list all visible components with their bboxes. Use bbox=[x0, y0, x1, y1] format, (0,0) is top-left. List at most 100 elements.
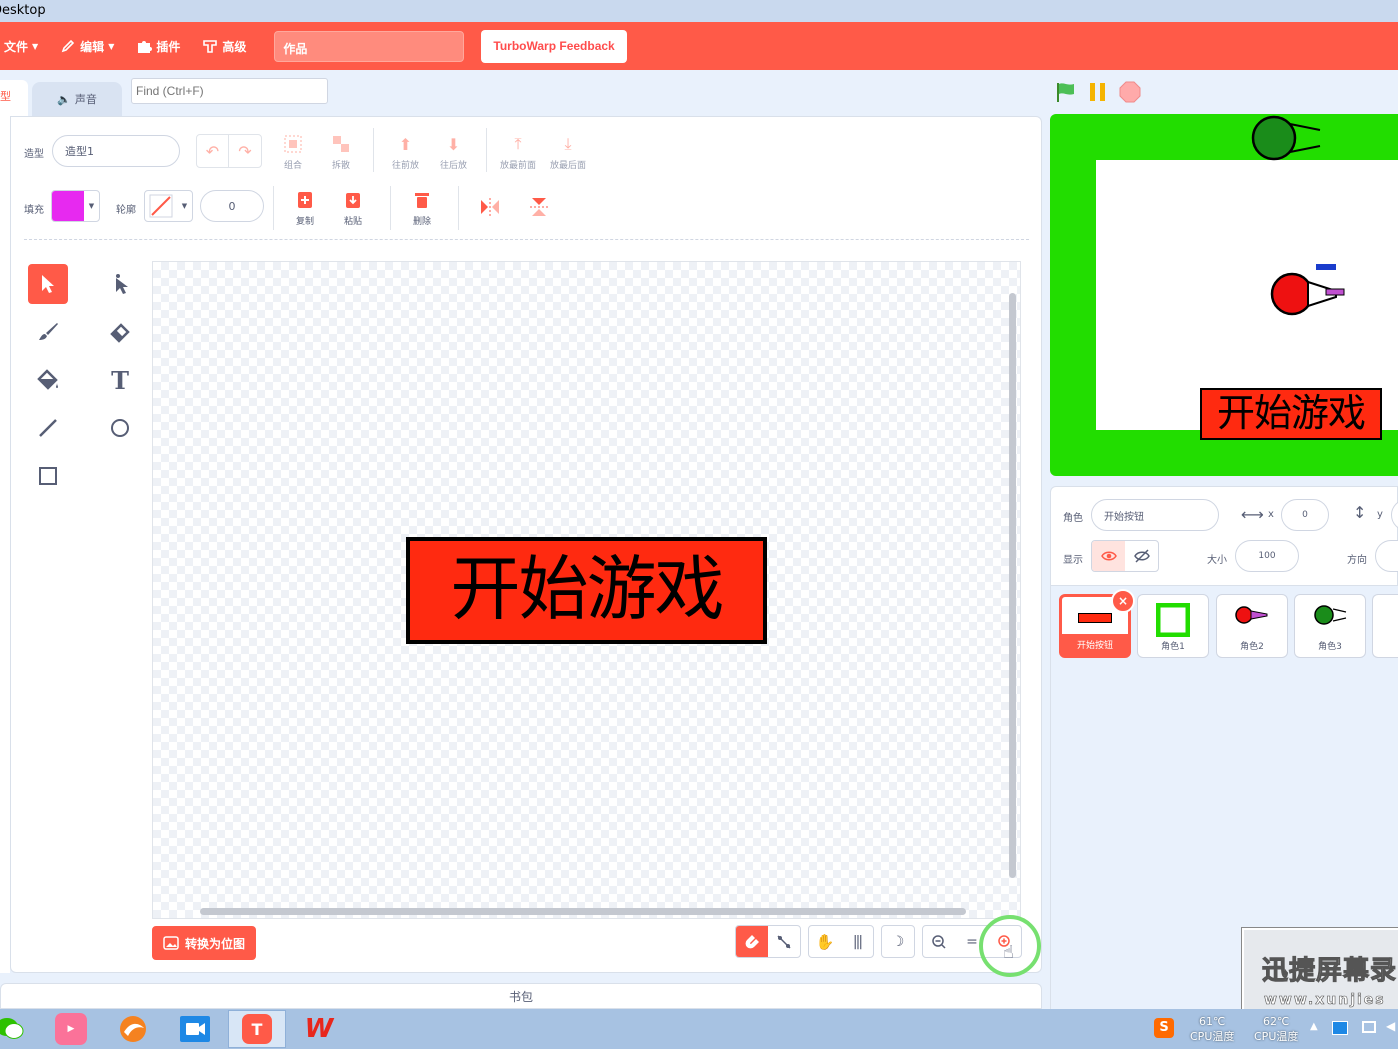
hide-button[interactable] bbox=[1125, 541, 1158, 571]
direction-input[interactable] bbox=[1375, 540, 1398, 572]
undo-redo-group: ↶ ↷ bbox=[196, 134, 262, 168]
convert-label: 转换为位图 bbox=[184, 936, 245, 951]
circle-tool[interactable] bbox=[100, 408, 140, 448]
theme-group: ☽ bbox=[881, 925, 915, 958]
undo-button[interactable]: ↶ bbox=[197, 135, 230, 167]
taskbar-recorder[interactable] bbox=[166, 1010, 224, 1048]
sprite-card-name: 角色1 bbox=[1161, 642, 1185, 652]
x-value: 0 bbox=[1302, 510, 1308, 520]
speaker-tray-icon[interactable]: ◀ bbox=[1386, 1019, 1395, 1033]
costume-start-button-shape[interactable]: 开始游戏 bbox=[406, 537, 767, 644]
delete-sprite-button[interactable]: × bbox=[1111, 589, 1135, 613]
size-input[interactable]: 100 bbox=[1235, 540, 1299, 572]
menu-advanced[interactable]: 高级 bbox=[202, 38, 246, 55]
project-title-input[interactable]: 作品 bbox=[274, 30, 465, 62]
forward-button[interactable]: ⬆ 往前放 bbox=[392, 133, 419, 172]
feedback-button[interactable]: TurboWarp Feedback bbox=[481, 29, 627, 63]
menu-addons-label: 插件 bbox=[156, 39, 181, 54]
sogou-tray-icon[interactable]: S bbox=[1154, 1018, 1174, 1038]
taskbar-wechat[interactable] bbox=[0, 1010, 34, 1048]
brush-icon bbox=[39, 323, 58, 340]
pause-icon[interactable] bbox=[1087, 81, 1109, 103]
flip-horizontal-button[interactable] bbox=[478, 196, 502, 218]
front-button[interactable]: ⤒ 放最前面 bbox=[500, 133, 536, 171]
text-tool[interactable]: T bbox=[100, 360, 140, 400]
toolbar-separator bbox=[24, 239, 1029, 240]
sprite-card-2[interactable]: 角色2 bbox=[1216, 594, 1288, 658]
group-button[interactable]: 组合 bbox=[282, 133, 304, 171]
hand-pointer-cursor-icon: ☝ bbox=[1003, 942, 1014, 963]
cpu-temp-2-value: 62℃ bbox=[1263, 1015, 1290, 1028]
sprite-name-input[interactable]: 开始按钮 bbox=[1091, 499, 1219, 531]
find-input[interactable] bbox=[131, 78, 328, 104]
taskbar-turbowarp[interactable]: T bbox=[228, 1010, 286, 1048]
menu-advanced-label: 高级 bbox=[222, 39, 247, 54]
delete-button[interactable]: 删除 bbox=[411, 189, 433, 227]
magnet-button[interactable] bbox=[736, 926, 768, 957]
direction-label: 方向 bbox=[1347, 555, 1367, 566]
chevron-down-icon: ▼ bbox=[108, 41, 115, 51]
outline-color-picker[interactable]: ▼ bbox=[144, 190, 193, 222]
stage-start-button[interactable]: 开始游戏 bbox=[1200, 388, 1382, 440]
zoom-out-button[interactable] bbox=[923, 926, 956, 957]
sprite-card-4-partial[interactable] bbox=[1372, 594, 1398, 658]
fill-color-picker[interactable]: ▼ bbox=[51, 190, 100, 222]
back-button[interactable]: ⤓ 放最后面 bbox=[550, 133, 586, 171]
backpack-bar[interactable]: 书包 bbox=[0, 983, 1042, 1009]
eraser-tool[interactable] bbox=[100, 312, 140, 352]
select-tool[interactable] bbox=[28, 264, 68, 304]
stage[interactable]: 开始游戏 bbox=[1050, 114, 1398, 476]
cpu-temp-2-label: CPU温度 bbox=[1254, 1030, 1299, 1043]
show-button[interactable] bbox=[1092, 541, 1125, 571]
canvas-horizontal-scrollbar[interactable] bbox=[200, 908, 966, 915]
backward-button[interactable]: ⬇ 往后放 bbox=[440, 133, 468, 172]
reshape-tool[interactable] bbox=[100, 264, 140, 304]
tray-chevron-up-icon[interactable]: ▲ bbox=[1310, 1021, 1318, 1032]
convert-to-bitmap-button[interactable]: 转换为位图 bbox=[152, 926, 256, 960]
costume-name-input[interactable]: 造型1 bbox=[52, 135, 180, 167]
rectangle-tool[interactable] bbox=[28, 456, 68, 496]
sound-wave-button[interactable]: ||| bbox=[841, 926, 873, 957]
back-label: 放最后面 bbox=[550, 161, 587, 171]
paste-button[interactable]: 粘贴 bbox=[342, 189, 364, 227]
snap-points-button[interactable] bbox=[768, 926, 800, 957]
taskbar: ▶ T W S 61℃ CPU温度 62℃ CPU温度 ▲ ◀ bbox=[0, 1009, 1398, 1049]
arrow-cursor-icon bbox=[42, 275, 54, 293]
text-t-icon: T bbox=[111, 365, 129, 395]
hand-button[interactable]: ✋ bbox=[809, 926, 841, 957]
taskbar-browser[interactable] bbox=[104, 1010, 162, 1048]
redo-button[interactable]: ↷ bbox=[229, 135, 261, 167]
ungroup-button[interactable]: 拆散 bbox=[330, 133, 352, 171]
x-input[interactable]: 0 bbox=[1281, 499, 1329, 531]
stop-icon[interactable] bbox=[1119, 81, 1141, 103]
sprite-card-3[interactable]: 角色3 bbox=[1294, 594, 1366, 658]
tab-sounds[interactable]: 🔈 声音 bbox=[32, 82, 122, 116]
menu-file-label: 文件 bbox=[4, 39, 29, 54]
sprite-thumb bbox=[1078, 613, 1112, 623]
line-tool[interactable] bbox=[28, 408, 68, 448]
taskbar-bilibili[interactable]: ▶ bbox=[42, 1010, 100, 1048]
tray-app-icon[interactable] bbox=[1332, 1021, 1348, 1035]
fill-label: 填充 bbox=[24, 205, 44, 216]
flip-vertical-button[interactable] bbox=[527, 196, 551, 218]
dark-mode-button[interactable]: ☽ bbox=[882, 926, 914, 957]
backward-label: 往后放 bbox=[440, 161, 468, 171]
fill-tool[interactable] bbox=[28, 360, 68, 400]
menu-edit[interactable]: 编辑 ▼ bbox=[60, 38, 114, 55]
redo-icon: ↷ bbox=[238, 141, 252, 161]
menu-file[interactable]: 文件 ▼ bbox=[4, 38, 38, 55]
sprite-card-1[interactable]: 角色1 bbox=[1137, 594, 1209, 658]
brush-tool[interactable] bbox=[28, 312, 68, 352]
y-input[interactable] bbox=[1391, 499, 1398, 531]
tab-costumes[interactable]: 型 bbox=[0, 80, 28, 116]
show-label: 显示 bbox=[1063, 555, 1083, 566]
red-player-sprite bbox=[1270, 264, 1345, 316]
copy-button[interactable]: 复制 bbox=[294, 189, 316, 227]
menu-addons[interactable]: 插件 bbox=[136, 38, 180, 55]
green-flag-icon[interactable] bbox=[1055, 81, 1077, 103]
outline-width-input[interactable]: 0 bbox=[200, 190, 264, 222]
canvas-vertical-scrollbar[interactable] bbox=[1009, 293, 1016, 878]
taskbar-wps[interactable]: W bbox=[290, 1010, 348, 1048]
size-value: 100 bbox=[1258, 551, 1276, 561]
network-icon[interactable] bbox=[1362, 1021, 1376, 1033]
